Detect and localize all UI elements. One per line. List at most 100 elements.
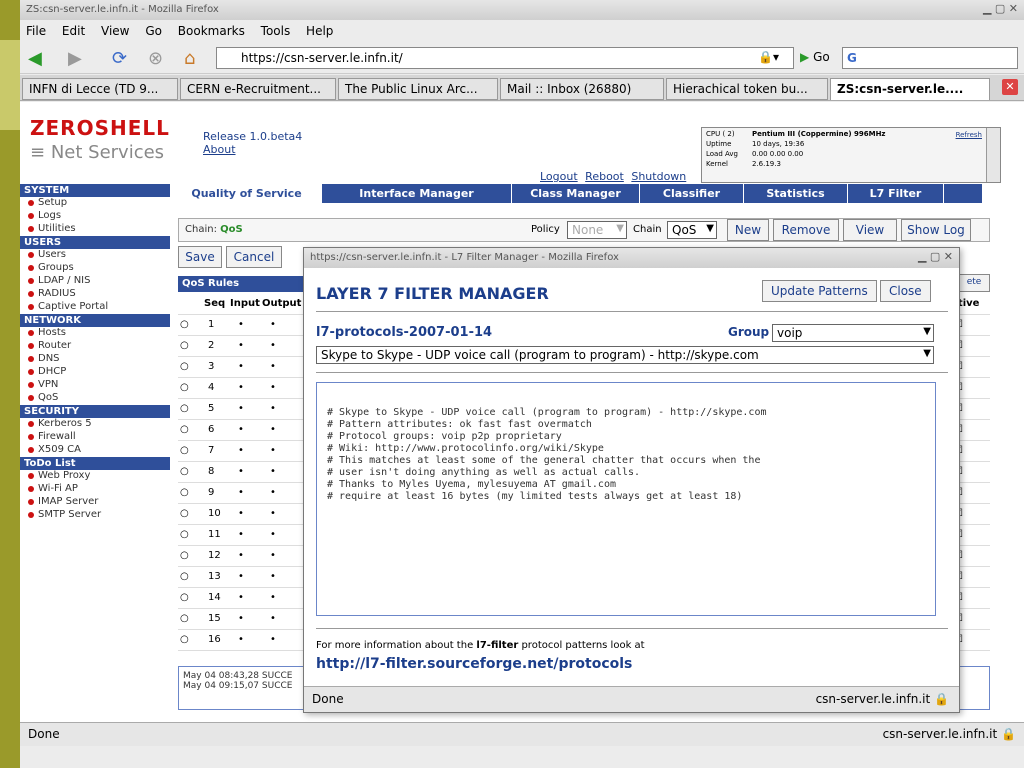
close-tab-icon[interactable]: ✕	[1002, 79, 1018, 95]
group-select[interactable]: voip ▼	[772, 324, 934, 342]
protocol-select[interactable]: Skype to Skype - UDP voice call (program…	[316, 346, 934, 364]
sidebar-item-logs[interactable]: Logs	[20, 210, 170, 223]
row-radio[interactable]: ○	[180, 571, 189, 582]
menu-go[interactable]: Go	[139, 20, 168, 42]
popup-divider	[316, 311, 948, 312]
tab-infn[interactable]: INFN di Lecce (TD 9...	[22, 78, 178, 100]
row-seq: 2	[208, 340, 215, 351]
row-radio[interactable]: ○	[180, 382, 189, 393]
row-input: •	[238, 382, 244, 393]
sidebar-item-users[interactable]: Users	[20, 249, 170, 262]
popup-window-controls[interactable]: ▁ ▢ ✕	[918, 250, 953, 263]
popup-status-bar: Done csn-server.le.infn.it 🔒	[304, 686, 959, 712]
tab-linux-archive[interactable]: The Public Linux Arc...	[338, 78, 498, 100]
forward-icon[interactable]: ▶	[68, 48, 82, 69]
menu-bookmarks[interactable]: Bookmarks	[172, 20, 251, 42]
release-info: Release 1.0.beta4 About	[203, 130, 302, 156]
about-link[interactable]: About	[203, 143, 302, 156]
row-radio[interactable]: ○	[180, 466, 189, 477]
save-button[interactable]: Save	[178, 246, 222, 268]
remove-button[interactable]: Remove	[773, 219, 839, 241]
row-radio[interactable]: ○	[180, 634, 189, 645]
sidebar-section-system: SYSTEM	[20, 184, 170, 197]
sidebar-item-imap-server[interactable]: IMAP Server	[20, 496, 170, 509]
delete-button[interactable]: ete	[958, 274, 990, 292]
refresh-link[interactable]: Refresh	[956, 131, 982, 139]
row-seq: 10	[208, 508, 221, 519]
sidebar-item-ldap-nis[interactable]: LDAP / NIS	[20, 275, 170, 288]
tab-htb[interactable]: Hierachical token bu...	[666, 78, 828, 100]
cancel-button[interactable]: Cancel	[226, 246, 282, 268]
tab-l7-filter[interactable]: L7 Filter	[848, 184, 944, 203]
sidebar-item-qos[interactable]: QoS	[20, 392, 170, 405]
row-radio[interactable]: ○	[180, 340, 189, 351]
sidebar-item-web-proxy[interactable]: Web Proxy	[20, 470, 170, 483]
menu-edit[interactable]: Edit	[56, 20, 91, 42]
sidebar-item-captive-portal[interactable]: Captive Portal	[20, 301, 170, 314]
home-icon[interactable]: ⌂	[184, 48, 195, 69]
menu-file[interactable]: File	[20, 20, 52, 42]
pattern-line: # This matches at least some of the gene…	[327, 455, 761, 466]
row-seq: 1	[208, 319, 215, 330]
row-radio[interactable]: ○	[180, 487, 189, 498]
address-bar[interactable]: https://csn-server.le.infn.it/	[216, 47, 794, 69]
stop-icon[interactable]: ⊗	[148, 48, 163, 69]
row-radio[interactable]: ○	[180, 424, 189, 435]
sysinfo-scrollbar[interactable]	[986, 128, 1000, 182]
tab-interface-manager[interactable]: Interface Manager	[322, 184, 512, 203]
sidebar-item-wi-fi-ap[interactable]: Wi-Fi AP	[20, 483, 170, 496]
menu-tools[interactable]: Tools	[255, 20, 297, 42]
sidebar-item-dhcp[interactable]: DHCP	[20, 366, 170, 379]
close-button[interactable]: Close	[880, 280, 931, 302]
reboot-link[interactable]: Reboot	[585, 170, 624, 183]
row-radio[interactable]: ○	[180, 445, 189, 456]
qos-rules-table: Seq Input Output ○ 1 • • ○ 2 • • ○ 3 • • ○ 4 • • ○ 5 • • ○ 6 •…	[178, 294, 318, 651]
sidebar-item-setup[interactable]: Setup	[20, 197, 170, 210]
shutdown-link[interactable]: Shutdown	[631, 170, 686, 183]
tab-classifier[interactable]: Classifier	[640, 184, 744, 203]
l7-filter-link[interactable]: http://l7-filter.sourceforge.net/protoco…	[316, 656, 632, 672]
chain-select[interactable]: QoS ▼	[667, 221, 717, 239]
view-button[interactable]: View	[843, 219, 897, 241]
window-controls[interactable]: ▁ ▢ ✕	[983, 2, 1018, 15]
show-log-button[interactable]: Show Log	[901, 219, 971, 241]
row-radio[interactable]: ○	[180, 508, 189, 519]
sidebar-item-dns[interactable]: DNS	[20, 353, 170, 366]
new-button[interactable]: New	[727, 219, 769, 241]
back-icon[interactable]: ◀	[28, 48, 42, 69]
tab-quality-of-service[interactable]: Quality of Service	[172, 184, 322, 203]
sidebar-item-router[interactable]: Router	[20, 340, 170, 353]
row-radio[interactable]: ○	[180, 592, 189, 603]
tab-zeroshell[interactable]: ZS:csn-server.le....	[830, 78, 990, 100]
sidebar-item-x509-ca[interactable]: X509 CA	[20, 444, 170, 457]
sidebar-item-radius[interactable]: RADIUS	[20, 288, 170, 301]
tab-class-manager[interactable]: Class Manager	[512, 184, 640, 203]
sidebar-item-hosts[interactable]: Hosts	[20, 327, 170, 340]
sidebar-item-groups[interactable]: Groups	[20, 262, 170, 275]
reload-icon[interactable]: ⟳	[112, 48, 127, 69]
sidebar-item-kerberos-5[interactable]: Kerberos 5	[20, 418, 170, 431]
menu-help[interactable]: Help	[300, 20, 339, 42]
row-radio[interactable]: ○	[180, 529, 189, 540]
tab-statistics[interactable]: Statistics	[744, 184, 848, 203]
sidebar-item-firewall[interactable]: Firewall	[20, 431, 170, 444]
policy-select[interactable]: None ▼	[567, 221, 627, 239]
go-button[interactable]: ▶ Go	[800, 50, 830, 64]
update-patterns-button[interactable]: Update Patterns	[762, 280, 877, 302]
row-radio[interactable]: ○	[180, 403, 189, 414]
row-output: •	[270, 382, 276, 393]
row-radio[interactable]: ○	[180, 550, 189, 561]
tab-cern[interactable]: CERN e-Recruitment...	[180, 78, 336, 100]
row-radio[interactable]: ○	[180, 613, 189, 624]
table-row: ○ 1 • •	[178, 315, 318, 336]
tab-mail[interactable]: Mail :: Inbox (26880)	[500, 78, 664, 100]
search-box[interactable]: G	[842, 47, 1018, 69]
row-radio[interactable]: ○	[180, 319, 189, 330]
sidebar-item-smtp-server[interactable]: SMTP Server	[20, 509, 170, 522]
row-output: •	[270, 361, 276, 372]
sidebar-item-utilities[interactable]: Utilities	[20, 223, 170, 236]
sidebar-item-vpn[interactable]: VPN	[20, 379, 170, 392]
row-radio[interactable]: ○	[180, 361, 189, 372]
logout-link[interactable]: Logout	[540, 170, 578, 183]
menu-view[interactable]: View	[95, 20, 135, 42]
